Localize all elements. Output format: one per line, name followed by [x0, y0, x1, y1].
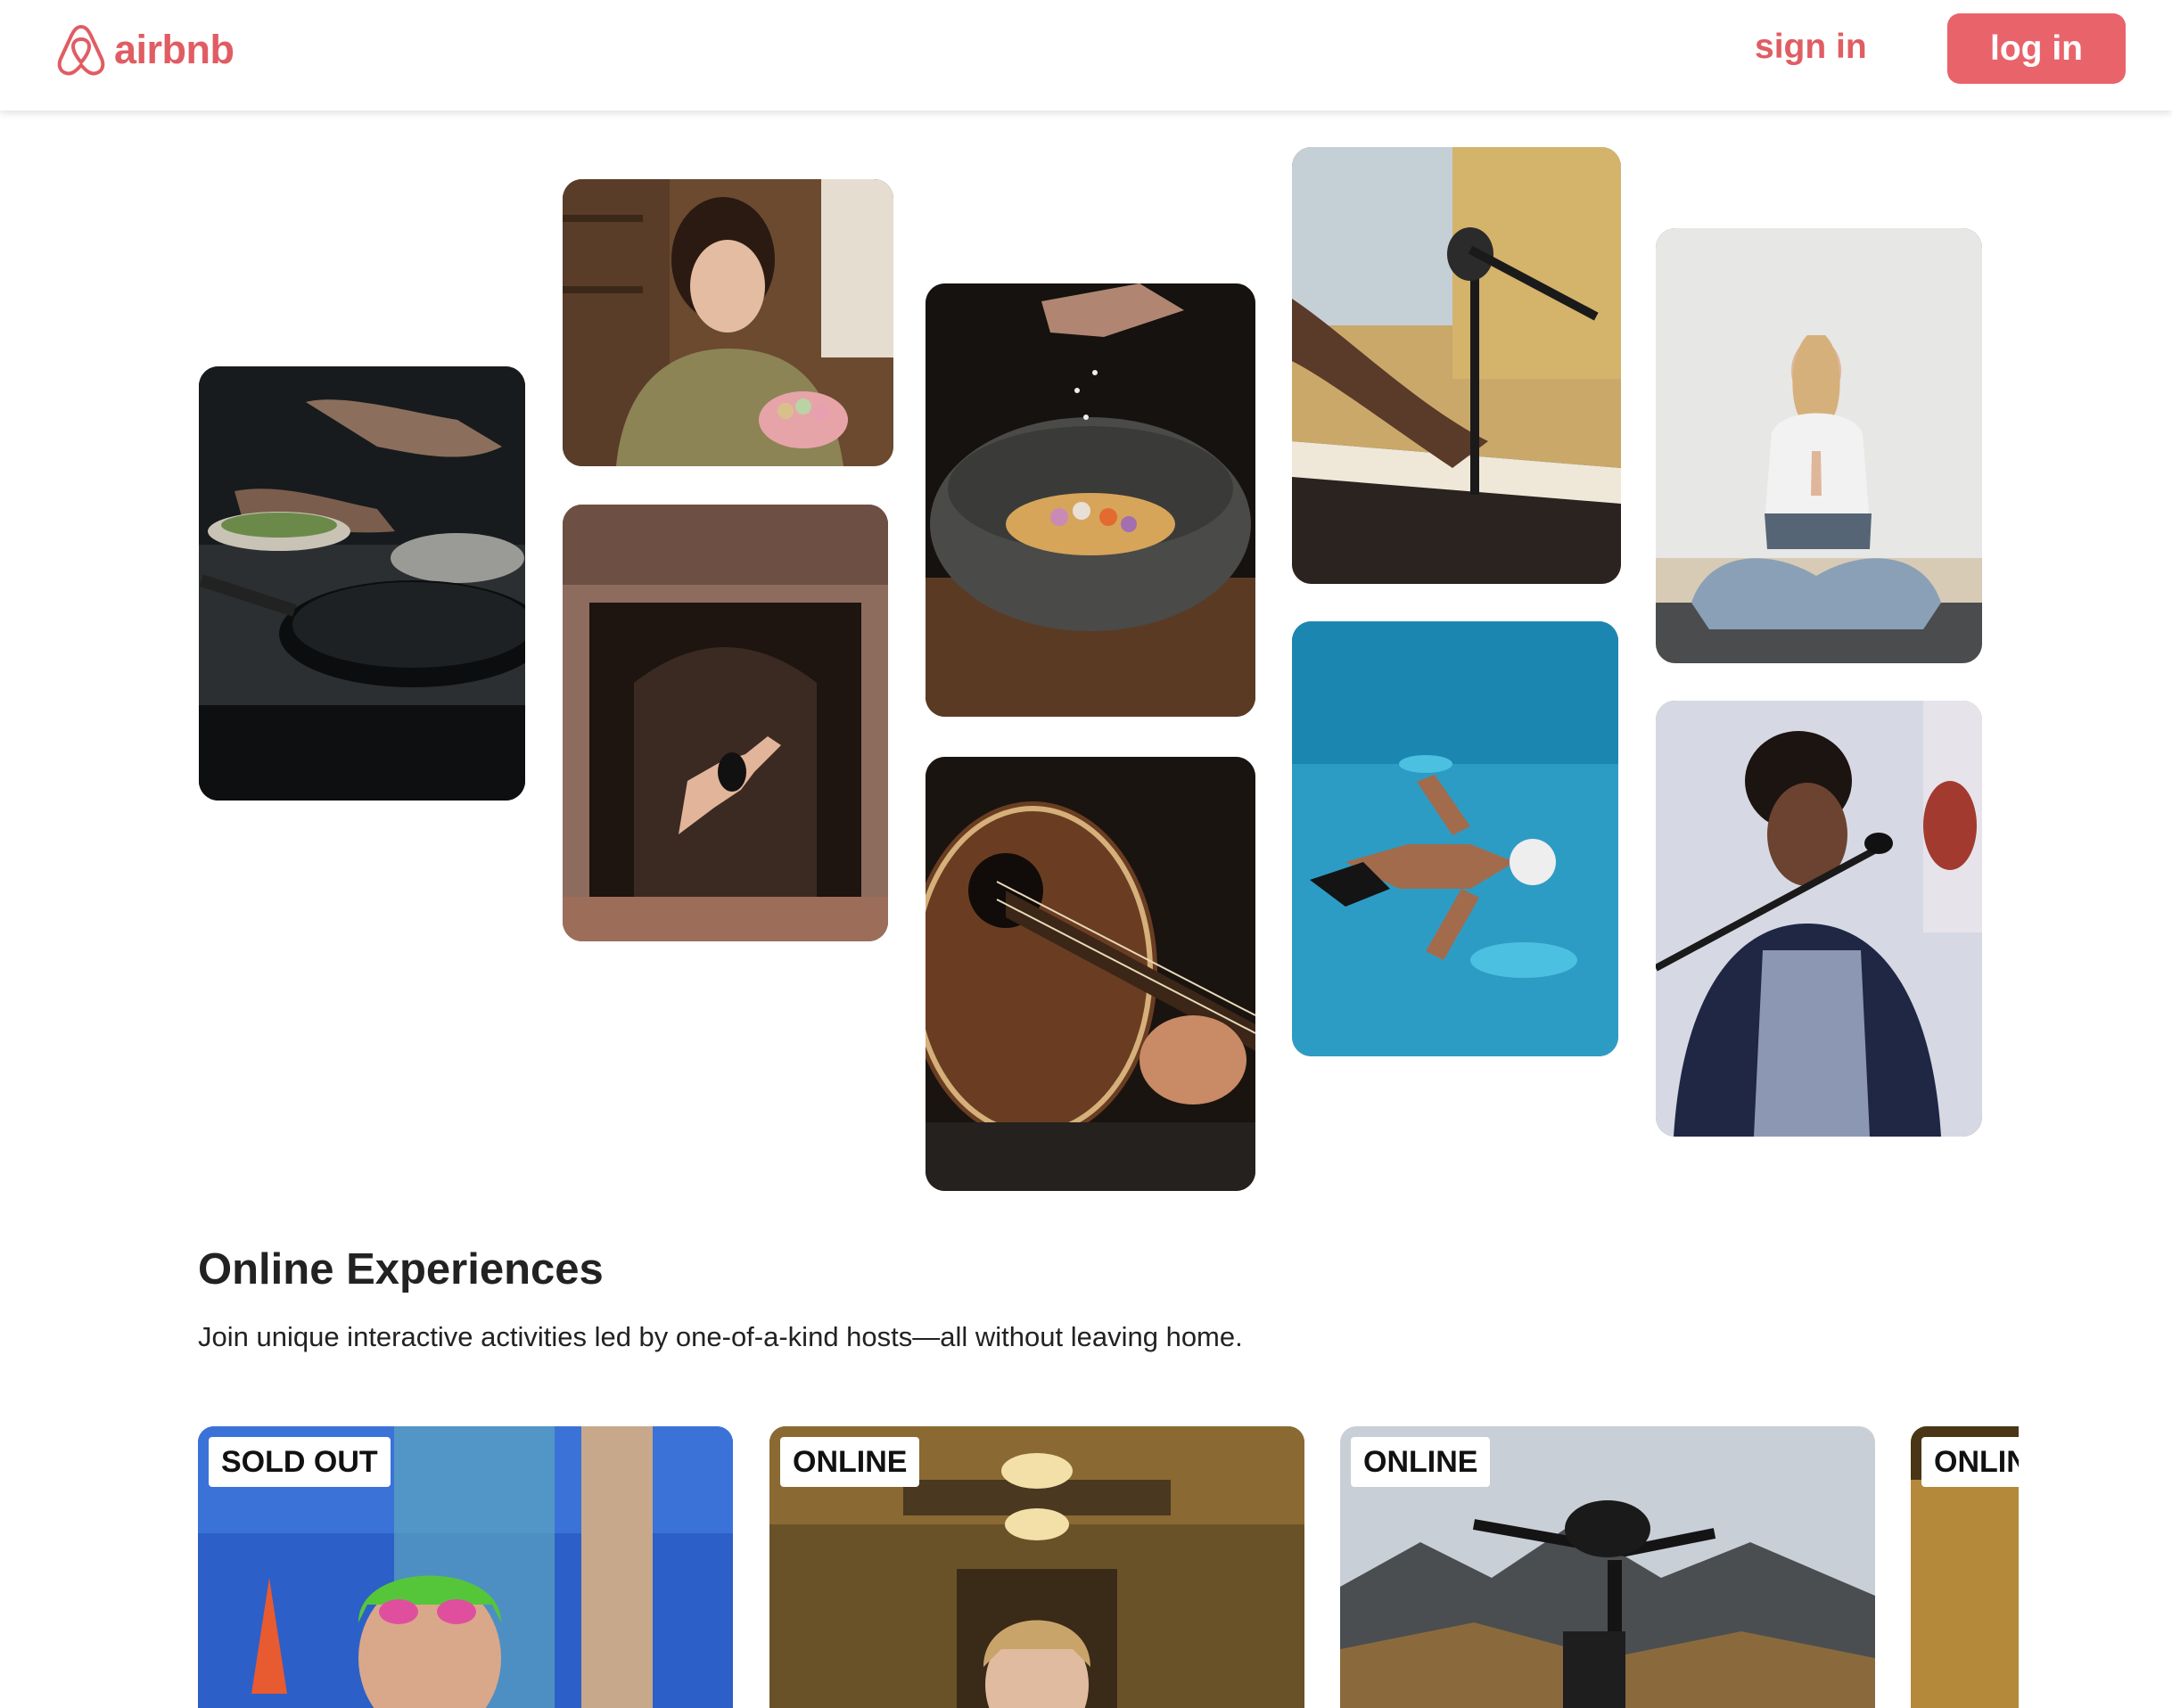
photo-keyboard-microphone — [1292, 147, 1621, 584]
meditating-illustration — [1656, 228, 1982, 663]
photo-acoustic-guitar — [926, 757, 1255, 1191]
top-navbar: airbnb sign in log in — [0, 0, 2172, 111]
experience-card[interactable]: SOLD OUT — [198, 1426, 733, 1708]
status-badge: ONLINE — [1921, 1437, 2019, 1487]
guitar-illustration — [926, 757, 1255, 1191]
singer-illustration — [1656, 701, 1982, 1137]
status-badge: ONLINE — [1351, 1437, 1491, 1487]
section-subtitle: Join unique interactive activities led b… — [198, 1321, 1243, 1352]
photo-dancer-doorway — [563, 505, 888, 941]
keyboard-illustration — [1292, 147, 1621, 584]
woman-macarons-illustration — [563, 179, 893, 466]
airbnb-logo-icon — [57, 25, 105, 76]
section-title: Online Experiences — [198, 1245, 604, 1293]
photo-singer-microphone — [1656, 701, 1982, 1137]
logo-text: airbnb — [114, 27, 234, 72]
status-badge: ONLINE — [780, 1437, 920, 1487]
swimmer-illustration — [1292, 621, 1618, 1056]
dancer-illustration — [563, 505, 888, 941]
cooking-hands-illustration — [199, 366, 525, 801]
photo-woman-meditating — [1656, 228, 1982, 663]
experience-card[interactable]: ONLINE — [769, 1426, 1304, 1708]
photo-cooking-hands — [199, 366, 525, 801]
seasoning-bowl-illustration — [926, 283, 1255, 717]
experience-card[interactable]: ONLINE — [1911, 1426, 2019, 1708]
experience-card[interactable]: ONLINE — [1340, 1426, 1875, 1708]
sign-in-link[interactable]: sign in — [1755, 20, 1867, 75]
photo-seasoning-bowl — [926, 283, 1255, 717]
status-badge: SOLD OUT — [209, 1437, 391, 1487]
log-in-button[interactable]: log in — [1947, 13, 2126, 84]
photo-swimmer-pool — [1292, 621, 1618, 1056]
photo-woman-macarons — [563, 179, 893, 466]
experience-cards-row: SOLD OUT ONLINE ONLINE ONLIN — [0, 1426, 2019, 1708]
airbnb-logo[interactable]: airbnb — [55, 21, 234, 78]
